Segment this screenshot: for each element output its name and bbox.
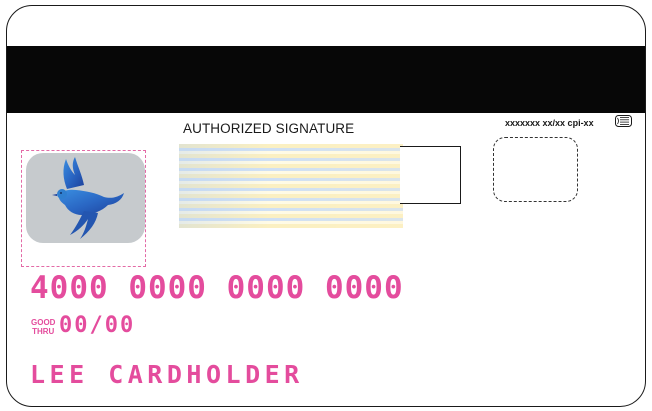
- dashed-placeholder-box: [493, 137, 578, 202]
- card-code-text: xxxxxxx xx/xx cpi-xx: [505, 118, 594, 128]
- expiry-date: 00/00: [59, 313, 136, 338]
- signature-panel[interactable]: [179, 144, 403, 228]
- good-thru-label: GOOD THRU: [31, 318, 55, 336]
- card-number: 4000 0000 0000 0000: [30, 270, 404, 306]
- cardholder-name: LEE CARDHOLDER: [30, 360, 304, 389]
- cvv-box: [400, 146, 461, 204]
- signature-label: AUTHORIZED SIGNATURE: [183, 121, 355, 136]
- contactless-chip-icon: [615, 115, 632, 127]
- magnetic-stripe: [7, 46, 645, 113]
- dove-hologram-icon: [52, 157, 124, 239]
- hologram: [26, 153, 145, 243]
- good-thru-line1: GOOD: [31, 318, 56, 327]
- good-thru-line2: THRU: [32, 327, 55, 336]
